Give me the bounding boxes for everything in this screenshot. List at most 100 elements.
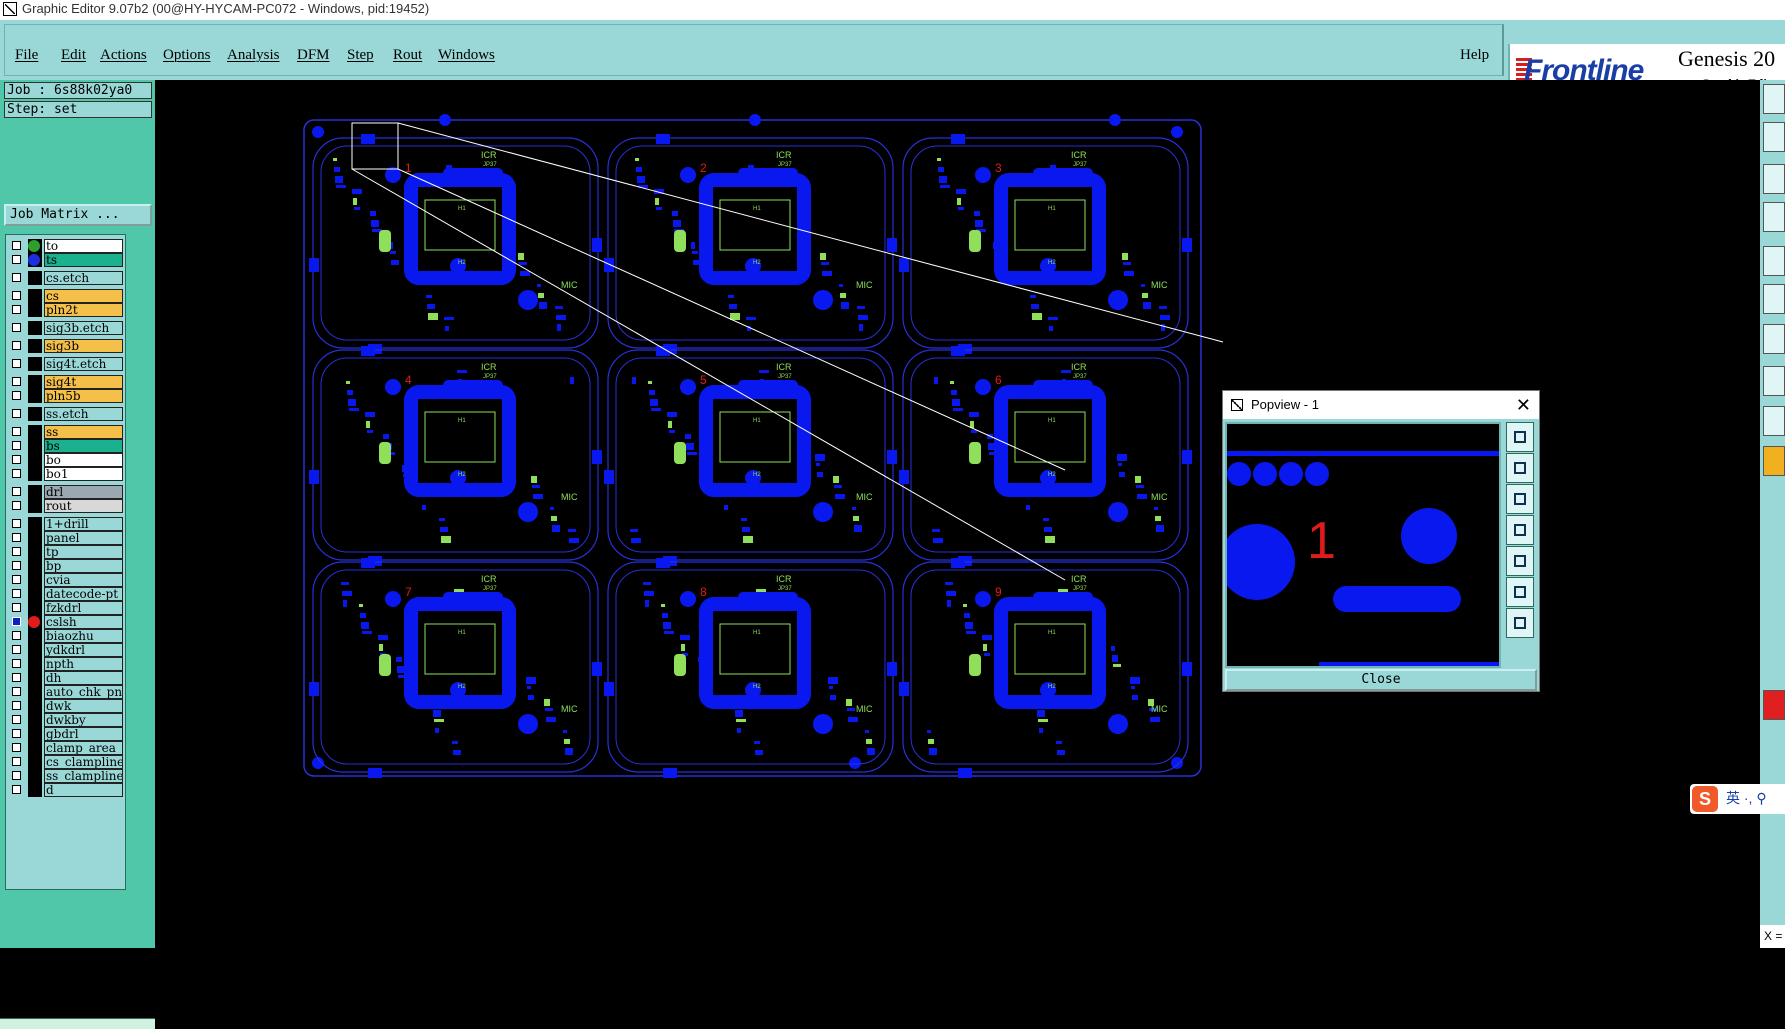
layer-color-swatch[interactable] xyxy=(28,303,42,317)
layer-row-bo[interactable]: bo xyxy=(8,453,125,467)
layer-color-swatch[interactable] xyxy=(28,713,42,727)
layer-color-swatch[interactable] xyxy=(28,531,42,545)
net-icon[interactable] xyxy=(1763,284,1785,314)
layer-color-swatch[interactable] xyxy=(28,375,42,389)
layer-checkbox[interactable] xyxy=(12,743,21,752)
layer-row-sig3b.etch[interactable]: sig3b.etch xyxy=(8,321,125,335)
layer-color-swatch[interactable] xyxy=(28,769,42,783)
popview-center-icon[interactable] xyxy=(1506,608,1534,638)
layer-row-datecode-pt[interactable]: datecode-pt xyxy=(8,587,125,601)
layer-color-swatch[interactable] xyxy=(28,629,42,643)
layer-row-pln2t[interactable]: pln2t xyxy=(8,303,125,317)
layer-checkbox[interactable] xyxy=(12,391,21,400)
layer-checkbox[interactable] xyxy=(12,785,21,794)
layer-row-cs[interactable]: cs xyxy=(8,289,125,303)
layer-name[interactable]: clamp_area xyxy=(44,741,123,755)
layer-color-swatch[interactable] xyxy=(28,407,42,421)
layer-checkbox[interactable] xyxy=(12,501,21,510)
layer-name[interactable]: cs xyxy=(44,289,123,303)
layer-name[interactable]: ss xyxy=(44,425,123,439)
layer-checkbox[interactable] xyxy=(12,701,21,710)
layer-name[interactable]: ss_clampline xyxy=(44,769,123,783)
layer-row-dwk[interactable]: dwk xyxy=(8,699,125,713)
measure-icon[interactable] xyxy=(1763,324,1785,354)
layer-color-swatch[interactable] xyxy=(28,271,42,285)
layer-row-ss.etch[interactable]: ss.etch xyxy=(8,407,125,421)
layer-name[interactable]: cvia xyxy=(44,573,123,587)
layer-name[interactable]: pln5b xyxy=(44,389,123,403)
layer-color-swatch[interactable] xyxy=(28,601,42,615)
layer-checkbox[interactable] xyxy=(12,305,21,314)
layer-row-rout[interactable]: rout xyxy=(8,499,125,513)
layer-name[interactable]: bo1 xyxy=(44,467,123,481)
layer-checkbox[interactable] xyxy=(12,241,21,250)
layer-checkbox[interactable] xyxy=(12,603,21,612)
layer-checkbox[interactable] xyxy=(12,533,21,542)
layer-row-panel[interactable]: panel xyxy=(8,531,125,545)
layer-color-swatch[interactable] xyxy=(28,755,42,769)
layer-row-to[interactable]: to xyxy=(8,239,125,253)
menu-windows[interactable]: Windows xyxy=(438,47,495,64)
menu-help[interactable]: Help xyxy=(1460,47,1489,64)
layer-color-swatch[interactable] xyxy=(28,671,42,685)
layer-row-1+drill[interactable]: 1+drill xyxy=(8,517,125,531)
layer-row-ss_clampline[interactable]: ss_clampline xyxy=(8,769,125,783)
layer-color-swatch[interactable] xyxy=(28,573,42,587)
menu-analysis[interactable]: Analysis xyxy=(227,47,280,64)
layer-row-bp[interactable]: bp xyxy=(8,559,125,573)
layer-name[interactable]: bo xyxy=(44,453,123,467)
layer-checkbox[interactable] xyxy=(12,291,21,300)
layer-row-d[interactable]: d xyxy=(8,783,125,797)
menu-step[interactable]: Step xyxy=(347,47,374,64)
pad-icon[interactable] xyxy=(1763,246,1785,276)
layer-row-ts[interactable]: ts xyxy=(8,253,125,267)
layer-row-cs_clampline[interactable]: cs_clampline xyxy=(8,755,125,769)
job-matrix-button[interactable]: Job Matrix ... xyxy=(4,204,152,226)
layer-checkbox[interactable] xyxy=(12,409,21,418)
layer-color-swatch[interactable] xyxy=(28,559,42,573)
layer-row-ydkdrl[interactable]: ydkdrl xyxy=(8,643,125,657)
layer-checkbox[interactable] xyxy=(12,729,21,738)
angle-icon[interactable] xyxy=(1763,406,1785,436)
layer-row-bo1[interactable]: bo1 xyxy=(8,467,125,481)
layer-row-sig4t[interactable]: sig4t xyxy=(8,375,125,389)
close-icon[interactable]: ✕ xyxy=(1516,391,1531,419)
layer-checkbox[interactable] xyxy=(12,757,21,766)
layer-row-pln5b[interactable]: pln5b xyxy=(8,389,125,403)
layer-color-swatch[interactable] xyxy=(28,499,42,513)
zoom-area-icon[interactable] xyxy=(1763,164,1785,194)
layer-row-cs.etch[interactable]: cs.etch xyxy=(8,271,125,285)
layer-name[interactable]: tp xyxy=(44,545,123,559)
layer-checkbox[interactable] xyxy=(12,575,21,584)
layer-name[interactable]: panel xyxy=(44,531,123,545)
layer-name[interactable]: cs_clampline xyxy=(44,755,123,769)
layer-checkbox[interactable] xyxy=(12,427,21,436)
layer-name[interactable]: ts xyxy=(44,253,123,267)
layer-color-swatch[interactable] xyxy=(28,783,42,797)
layer-row-ss[interactable]: ss xyxy=(8,425,125,439)
layer-row-bs[interactable]: bs xyxy=(8,439,125,453)
layer-color-swatch[interactable] xyxy=(28,643,42,657)
layer-checkbox[interactable] xyxy=(12,589,21,598)
layer-checkbox[interactable] xyxy=(12,519,21,528)
layer-name[interactable]: pln2t xyxy=(44,303,123,317)
layer-checkbox[interactable] xyxy=(12,645,21,654)
snap-icon[interactable] xyxy=(1763,202,1785,232)
layer-name[interactable]: sig3b.etch xyxy=(44,321,123,335)
popview-zoom-view[interactable]: 1 xyxy=(1225,422,1501,668)
layer-row-biaozhu[interactable]: biaozhu xyxy=(8,629,125,643)
layer-name[interactable]: auto_chk_pn xyxy=(44,685,123,699)
layer-color-swatch[interactable] xyxy=(28,453,42,467)
layer-name[interactable]: cslsh xyxy=(44,615,123,629)
layer-color-swatch[interactable] xyxy=(28,339,42,353)
layer-color-swatch[interactable] xyxy=(28,467,42,481)
layer-checkbox[interactable] xyxy=(12,687,21,696)
layer-name[interactable]: sig3b xyxy=(44,339,123,353)
layer-color-swatch[interactable] xyxy=(28,321,42,335)
layer-checkbox[interactable] xyxy=(12,377,21,386)
popview-zoom-icon[interactable] xyxy=(1506,422,1534,452)
layer-color-swatch[interactable] xyxy=(28,727,42,741)
layer-indicator-icon[interactable] xyxy=(1763,690,1785,720)
layer-name[interactable]: cs.etch xyxy=(44,271,123,285)
ime-indicator[interactable]: S 英 ·, ⚲ xyxy=(1690,784,1785,814)
